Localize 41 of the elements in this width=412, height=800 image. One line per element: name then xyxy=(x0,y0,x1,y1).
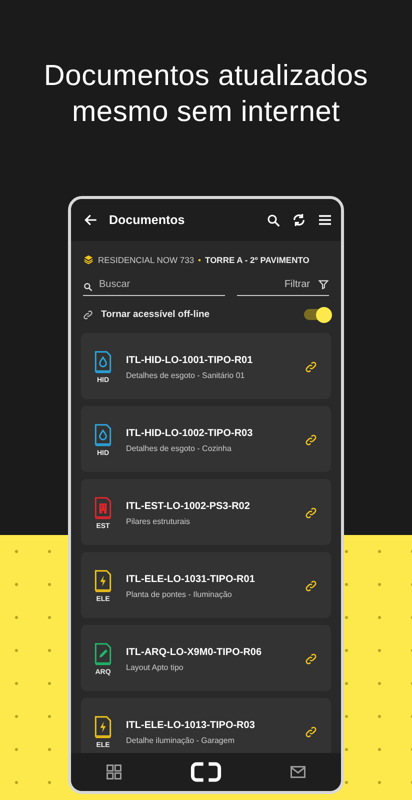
link-icon xyxy=(305,580,317,592)
project-name: RESIDENCIAL NOW 733 xyxy=(98,254,194,264)
headline: Documentos atualizados mesmo sem internet xyxy=(42,59,370,130)
offline-toggle[interactable] xyxy=(304,309,329,320)
search-icon xyxy=(266,212,281,228)
document-description: Planta de pontes - Iluminação xyxy=(126,590,233,598)
menu-button[interactable] xyxy=(317,212,333,228)
link-icon xyxy=(305,434,317,446)
link-icon xyxy=(305,653,317,665)
filter-icon xyxy=(318,279,329,290)
search-icon xyxy=(83,282,93,292)
filter-button[interactable]: Filtrar xyxy=(237,279,329,296)
search-field[interactable]: Buscar xyxy=(83,279,226,296)
back-arrow-icon xyxy=(83,212,99,228)
offline-label: Tornar acessível off-line xyxy=(101,309,211,320)
document-code: ITL-ELE-LO-1031-TIPO-R01 xyxy=(126,574,256,584)
link-icon xyxy=(305,361,317,373)
link-icon xyxy=(305,507,317,519)
separator-dot: • xyxy=(198,254,202,264)
layers-icon xyxy=(83,254,94,265)
document-description: Layout Apto tipo xyxy=(126,662,184,672)
sync-button[interactable] xyxy=(291,212,307,228)
document-code: ITL-ELE-LO-1013-TIPO-R03 xyxy=(126,720,256,730)
grid-icon[interactable] xyxy=(104,763,123,781)
document-description: Detalhes de esgoto - Sanitário 01 xyxy=(126,370,246,380)
document-code: ITL-EST-LO-1002-PS3-R02 xyxy=(126,500,251,512)
menu-icon xyxy=(317,212,333,228)
link-icon xyxy=(83,310,93,320)
screen-title: Documentos xyxy=(109,213,186,227)
back-button[interactable] xyxy=(83,212,99,228)
link-icon xyxy=(305,726,317,738)
document-code: ITL-HID-LO-1001-TIPO-R01 xyxy=(126,354,254,366)
document-description: Detalhes de esgoto - Cozinha xyxy=(126,444,232,452)
document-description: Pilares estruturais xyxy=(126,516,192,526)
document-code: ITL-HID-LO-1002-TIPO-R03 xyxy=(126,428,254,438)
sync-icon xyxy=(291,212,307,228)
document-description: Detalhe iluminação - Garagem xyxy=(126,736,236,744)
mail-icon[interactable] xyxy=(289,763,308,781)
document-code: ITL-ARQ-LO-X9M0-TIPO-R06 xyxy=(126,646,263,658)
location-name: TORRE A - 2º PAVIMENTO xyxy=(205,254,310,264)
search-button[interactable] xyxy=(266,212,281,228)
